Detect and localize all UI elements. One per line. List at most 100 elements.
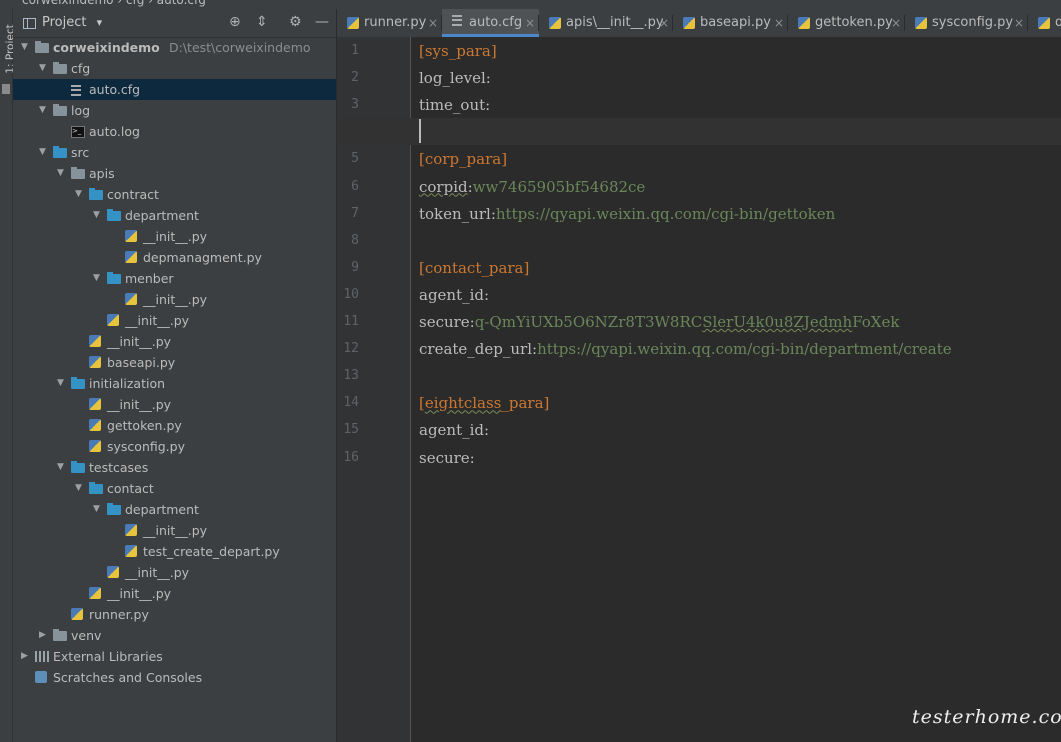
tree-item[interactable]: auto.cfg [13, 79, 336, 100]
python-file-icon [125, 293, 137, 305]
code-line[interactable]: [corp_para] [419, 150, 507, 168]
tree-item[interactable]: ▼ testcases [13, 457, 336, 478]
python-file-icon [89, 587, 101, 599]
structure-icon[interactable] [2, 84, 10, 94]
collapse-icon[interactable]: ⇕ [256, 14, 268, 30]
chevron-down-icon[interactable]: ▼ [21, 37, 31, 58]
tree-item[interactable]: >_ auto.log [13, 121, 336, 142]
tree-item[interactable]: __init__.py [13, 394, 336, 415]
code-line[interactable]: secure:q-QmYiUXb5O6NZr8T3W8RCSlerU4k0u8Z… [419, 313, 899, 331]
chevron-down-icon[interactable]: ▼ [57, 163, 67, 184]
tree-item[interactable]: ▼ menber [13, 268, 336, 289]
tree-item[interactable]: ▼ department [13, 499, 336, 520]
left-tool-strip: 1: Project [0, 9, 17, 742]
tree-item[interactable]: __init__.py [13, 226, 336, 247]
close-icon[interactable]: × [1014, 9, 1024, 37]
code-line[interactable]: log_level: [419, 69, 491, 87]
folder-icon [53, 629, 67, 641]
tree-item[interactable]: ▶ venv [13, 625, 336, 646]
chevron-down-icon[interactable]: ▼ [39, 100, 49, 121]
tree-item[interactable]: ▼ apis [13, 163, 336, 184]
tree-item[interactable]: ▼ corweixindemo D:\test\corweixindemo [13, 37, 336, 58]
chevron-down-icon[interactable]: ▼ [75, 184, 85, 205]
tree-item[interactable]: ▼ contract [13, 184, 336, 205]
tree-item-label: __init__.py [107, 586, 172, 601]
tree-item[interactable]: __init__.py [13, 289, 336, 310]
editor-tab[interactable]: apis\__init__.py × [539, 9, 673, 37]
close-icon[interactable]: × [525, 9, 535, 37]
tree-item-label: contract [107, 187, 159, 202]
close-icon[interactable]: × [659, 9, 669, 37]
tree-item[interactable]: Scratches and Consoles [13, 667, 336, 688]
code-token: time_out: [419, 96, 491, 115]
line-number: 1 [351, 43, 359, 58]
tree-item[interactable]: baseapi.py [13, 352, 336, 373]
minimize-icon[interactable]: — [315, 14, 329, 30]
code-line[interactable]: create_dep_url:https://qyapi.weixin.qq.c… [419, 340, 952, 358]
code-line[interactable]: agent_id: [419, 286, 489, 304]
tree-item[interactable]: __init__.py [13, 583, 336, 604]
editor-tab[interactable]: baseapi.py × [673, 9, 788, 37]
code-token: SlerU4k0u8ZJedmh [702, 313, 853, 331]
code-line[interactable]: time_out: [419, 96, 490, 114]
chevron-down-icon[interactable]: ▼ [93, 205, 103, 226]
tree-item[interactable]: sysconfig.py [13, 436, 336, 457]
tree-item[interactable]: depmanagment.py [13, 247, 336, 268]
chevron-down-icon[interactable]: ▼ [39, 58, 49, 79]
code-line[interactable]: [eightclass_para] [419, 394, 549, 412]
code-line[interactable]: [sys_para] [419, 42, 497, 60]
tree-item[interactable]: ▼ initialization [13, 373, 336, 394]
editor-tab[interactable]: sysconfig.py × [905, 9, 1028, 37]
python-file-icon [71, 608, 83, 620]
chevron-down-icon[interactable]: ▼ [57, 373, 67, 394]
tree-item[interactable]: ▼ log [13, 100, 336, 121]
close-icon[interactable]: × [774, 9, 784, 37]
tree-item[interactable]: runner.py [13, 604, 336, 625]
tree-item[interactable]: ▶ External Libraries [13, 646, 336, 667]
tree-item[interactable]: ▼ src [13, 142, 336, 163]
folder-blue-icon [71, 461, 85, 473]
tree-item[interactable]: __init__.py [13, 562, 336, 583]
tree-item[interactable]: __init__.py [13, 520, 336, 541]
line-number: 15 [343, 422, 359, 438]
chevron-down-icon[interactable]: ▼ [57, 457, 67, 478]
tree-item-label: contact [107, 481, 154, 496]
chevron-down-icon[interactable]: ▼ [75, 478, 85, 499]
tree-item-label: apis [89, 166, 115, 181]
editor-tab[interactable]: gettoken.py × [788, 9, 905, 37]
python-file-icon [125, 251, 137, 263]
tree-item[interactable]: test_create_depart.py [13, 541, 336, 562]
tree-item-label: test_create_depart.py [143, 544, 280, 559]
code-line[interactable]: [contact_para] [419, 259, 529, 277]
tree-item[interactable]: ▼ contact [13, 478, 336, 499]
tree-item[interactable]: ▼ department [13, 205, 336, 226]
code-line[interactable]: secure: [419, 449, 475, 467]
gear-icon[interactable]: ⚙ [289, 14, 302, 30]
code-line[interactable]: corpid:ww7465905bf54682ce [419, 178, 645, 196]
chevron-down-icon[interactable]: ▼ [39, 142, 49, 163]
chevron-right-icon[interactable]: ▶ [39, 625, 49, 646]
code-line[interactable]: agent_id: [419, 421, 489, 439]
chevron-down-icon[interactable]: ▼ [93, 499, 103, 520]
tree-item[interactable]: gettoken.py [13, 415, 336, 436]
chevron-right-icon[interactable]: ▶ [21, 646, 31, 667]
code-token: ww7465905bf54682ce [472, 177, 646, 196]
python-file-icon [89, 356, 101, 368]
code-editor[interactable]: [sys_para] log_level: time_out: [corp_para]… [337, 37, 1061, 742]
crosshair-icon[interactable]: ⊕ [229, 14, 241, 30]
code-line[interactable]: token_url:https://qyapi.weixin.qq.com/cg… [419, 205, 835, 223]
close-icon[interactable]: × [428, 9, 438, 37]
tree-item[interactable]: __init__.py [13, 310, 336, 331]
chevron-down-icon[interactable]: ▼ [93, 268, 103, 289]
tab-label: runner.py [364, 15, 427, 30]
tree-item[interactable]: __init__.py [13, 331, 336, 352]
editor-tab[interactable]: runner.py × [337, 9, 442, 37]
close-icon[interactable]: × [891, 9, 901, 37]
project-panel-header: Project ▾ ⊕ ⇕ ⚙ — [13, 9, 336, 38]
tree-item[interactable]: ▼ cfg [13, 58, 336, 79]
project-view-selector[interactable]: Project ▾ [42, 15, 102, 30]
package-icon [71, 167, 85, 179]
editor-tab[interactable]: d [1028, 9, 1061, 37]
tree-item-label: src [71, 145, 90, 160]
editor-tab[interactable]: auto.cfg × [442, 9, 539, 37]
